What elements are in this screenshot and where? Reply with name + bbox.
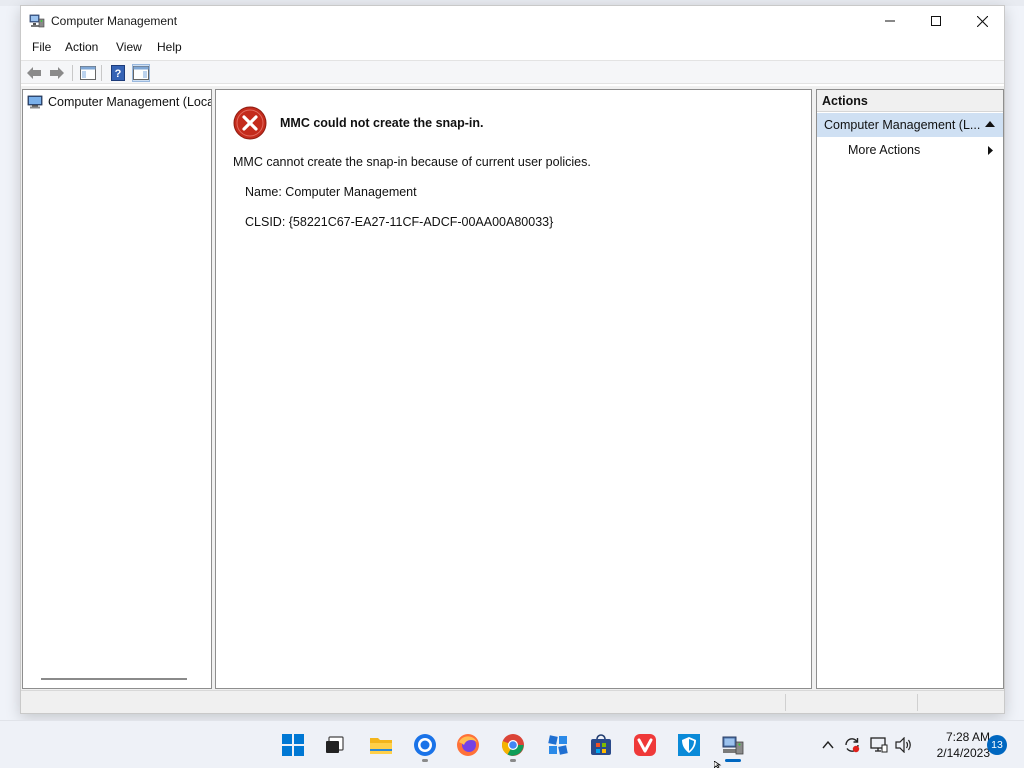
snap-in-clsid: CLSID: {58221C67-EA27-11CF-ADCF-00AA00A8… xyxy=(245,215,554,229)
taskbar: 7:28 AM 2/14/2023 13 xyxy=(0,720,1024,768)
status-divider xyxy=(785,694,786,711)
tree-item-computer-management[interactable]: Computer Management (Local) xyxy=(27,93,212,111)
maximize-icon xyxy=(931,16,941,26)
vivaldi-icon xyxy=(634,734,656,756)
chrome-icon xyxy=(502,734,524,756)
taskbar-clock[interactable]: 7:28 AM 2/14/2023 xyxy=(922,729,990,761)
action-pane-icon xyxy=(133,66,149,80)
clock-date: 2/14/2023 xyxy=(936,746,990,760)
status-bar xyxy=(21,690,1004,713)
computer-management-app-icon xyxy=(29,13,45,29)
help-button[interactable]: ? xyxy=(109,64,127,82)
console-tree-pane: Computer Management (Local) xyxy=(22,89,212,689)
browser-button[interactable] xyxy=(411,731,439,759)
menu-action[interactable]: Action xyxy=(65,40,98,54)
horizontal-scrollbar[interactable] xyxy=(41,678,187,680)
mouse-cursor-icon xyxy=(714,761,722,768)
collapse-caret-icon xyxy=(985,121,995,127)
console-tree-icon xyxy=(80,66,96,80)
actions-group-computer-management[interactable]: Computer Management (L... xyxy=(817,113,1003,137)
minimize-button[interactable] xyxy=(867,6,913,36)
result-pane: MMC could not create the snap-in. MMC ca… xyxy=(215,89,812,689)
computer-management-taskbar-button[interactable] xyxy=(719,731,747,759)
maximize-button[interactable] xyxy=(913,6,959,36)
speaker-icon xyxy=(895,737,911,753)
actions-header: Actions xyxy=(817,90,1003,112)
settings-app-icon xyxy=(548,735,568,755)
firefox-button[interactable] xyxy=(454,731,482,759)
toolbar-separator xyxy=(72,65,73,81)
error-icon xyxy=(233,106,267,140)
actions-pane: Actions Computer Management (L... More A… xyxy=(816,89,1004,689)
sync-status-button[interactable] xyxy=(842,735,862,755)
network-icon xyxy=(870,737,888,753)
help-book-icon: ? xyxy=(111,65,125,81)
firefox-icon xyxy=(457,734,479,756)
network-button[interactable] xyxy=(869,735,889,755)
chevron-up-icon xyxy=(822,741,834,749)
more-actions-label: More Actions xyxy=(848,143,921,157)
windows-security-button[interactable] xyxy=(675,731,703,759)
menu-bar: File Action View Help xyxy=(21,38,1004,58)
toolbar: ? xyxy=(21,60,1004,84)
error-title: MMC could not create the snap-in. xyxy=(280,116,484,130)
store-icon xyxy=(591,734,611,755)
menu-help[interactable]: Help xyxy=(157,40,182,54)
actions-header-label: Actions xyxy=(822,94,868,108)
submenu-arrow-icon xyxy=(988,146,993,155)
notification-badge[interactable]: 13 xyxy=(987,735,1007,755)
tree-item-label: Computer Management (Local) xyxy=(48,95,212,109)
svg-text:?: ? xyxy=(115,68,122,80)
chrome-button[interactable] xyxy=(499,731,527,759)
file-explorer-button[interactable] xyxy=(367,731,395,759)
menu-file[interactable]: File xyxy=(32,40,51,54)
running-indicator xyxy=(422,759,428,762)
back-button[interactable] xyxy=(25,64,43,82)
sync-icon xyxy=(845,738,860,753)
back-arrow-icon xyxy=(27,67,41,79)
toolbar-separator xyxy=(101,65,102,81)
error-message: MMC cannot create the snap-in because of… xyxy=(233,155,591,169)
active-app-indicator xyxy=(725,759,741,762)
more-actions-item[interactable]: More Actions xyxy=(817,138,1003,160)
settings-app-button[interactable] xyxy=(544,731,572,759)
task-view-icon xyxy=(326,736,344,753)
menu-view[interactable]: View xyxy=(116,40,142,54)
computer-icon xyxy=(27,95,43,109)
minimize-icon xyxy=(885,20,895,22)
security-icon xyxy=(678,734,700,756)
computer-management-window: Computer Management File Action View Hel… xyxy=(20,5,1005,714)
running-indicator xyxy=(510,759,516,762)
vivaldi-button[interactable] xyxy=(631,731,659,759)
actions-group-label: Computer Management (L... xyxy=(824,118,981,132)
snap-in-name: Name: Computer Management xyxy=(245,185,417,199)
forward-arrow-icon xyxy=(50,67,64,79)
close-button[interactable] xyxy=(959,6,1005,36)
forward-button[interactable] xyxy=(48,64,66,82)
title-bar[interactable]: Computer Management xyxy=(21,6,1004,36)
window-title: Computer Management xyxy=(51,14,178,28)
task-view-button[interactable] xyxy=(321,731,349,759)
status-divider xyxy=(917,694,918,711)
computer-management-icon xyxy=(722,736,744,755)
show-hidden-icons-button[interactable] xyxy=(818,735,838,755)
main-area: Computer Management (Local) MMC could no… xyxy=(21,86,1004,690)
close-icon xyxy=(976,15,988,27)
start-icon xyxy=(282,734,304,756)
show-hide-console-tree-button[interactable] xyxy=(79,64,97,82)
volume-button[interactable] xyxy=(894,735,914,755)
clock-time: 7:28 AM xyxy=(945,730,990,744)
browser-icon xyxy=(414,734,436,756)
store-button[interactable] xyxy=(587,731,615,759)
show-hide-action-pane-button[interactable] xyxy=(132,64,150,82)
file-explorer-icon xyxy=(370,738,392,754)
start-button[interactable] xyxy=(279,731,307,759)
